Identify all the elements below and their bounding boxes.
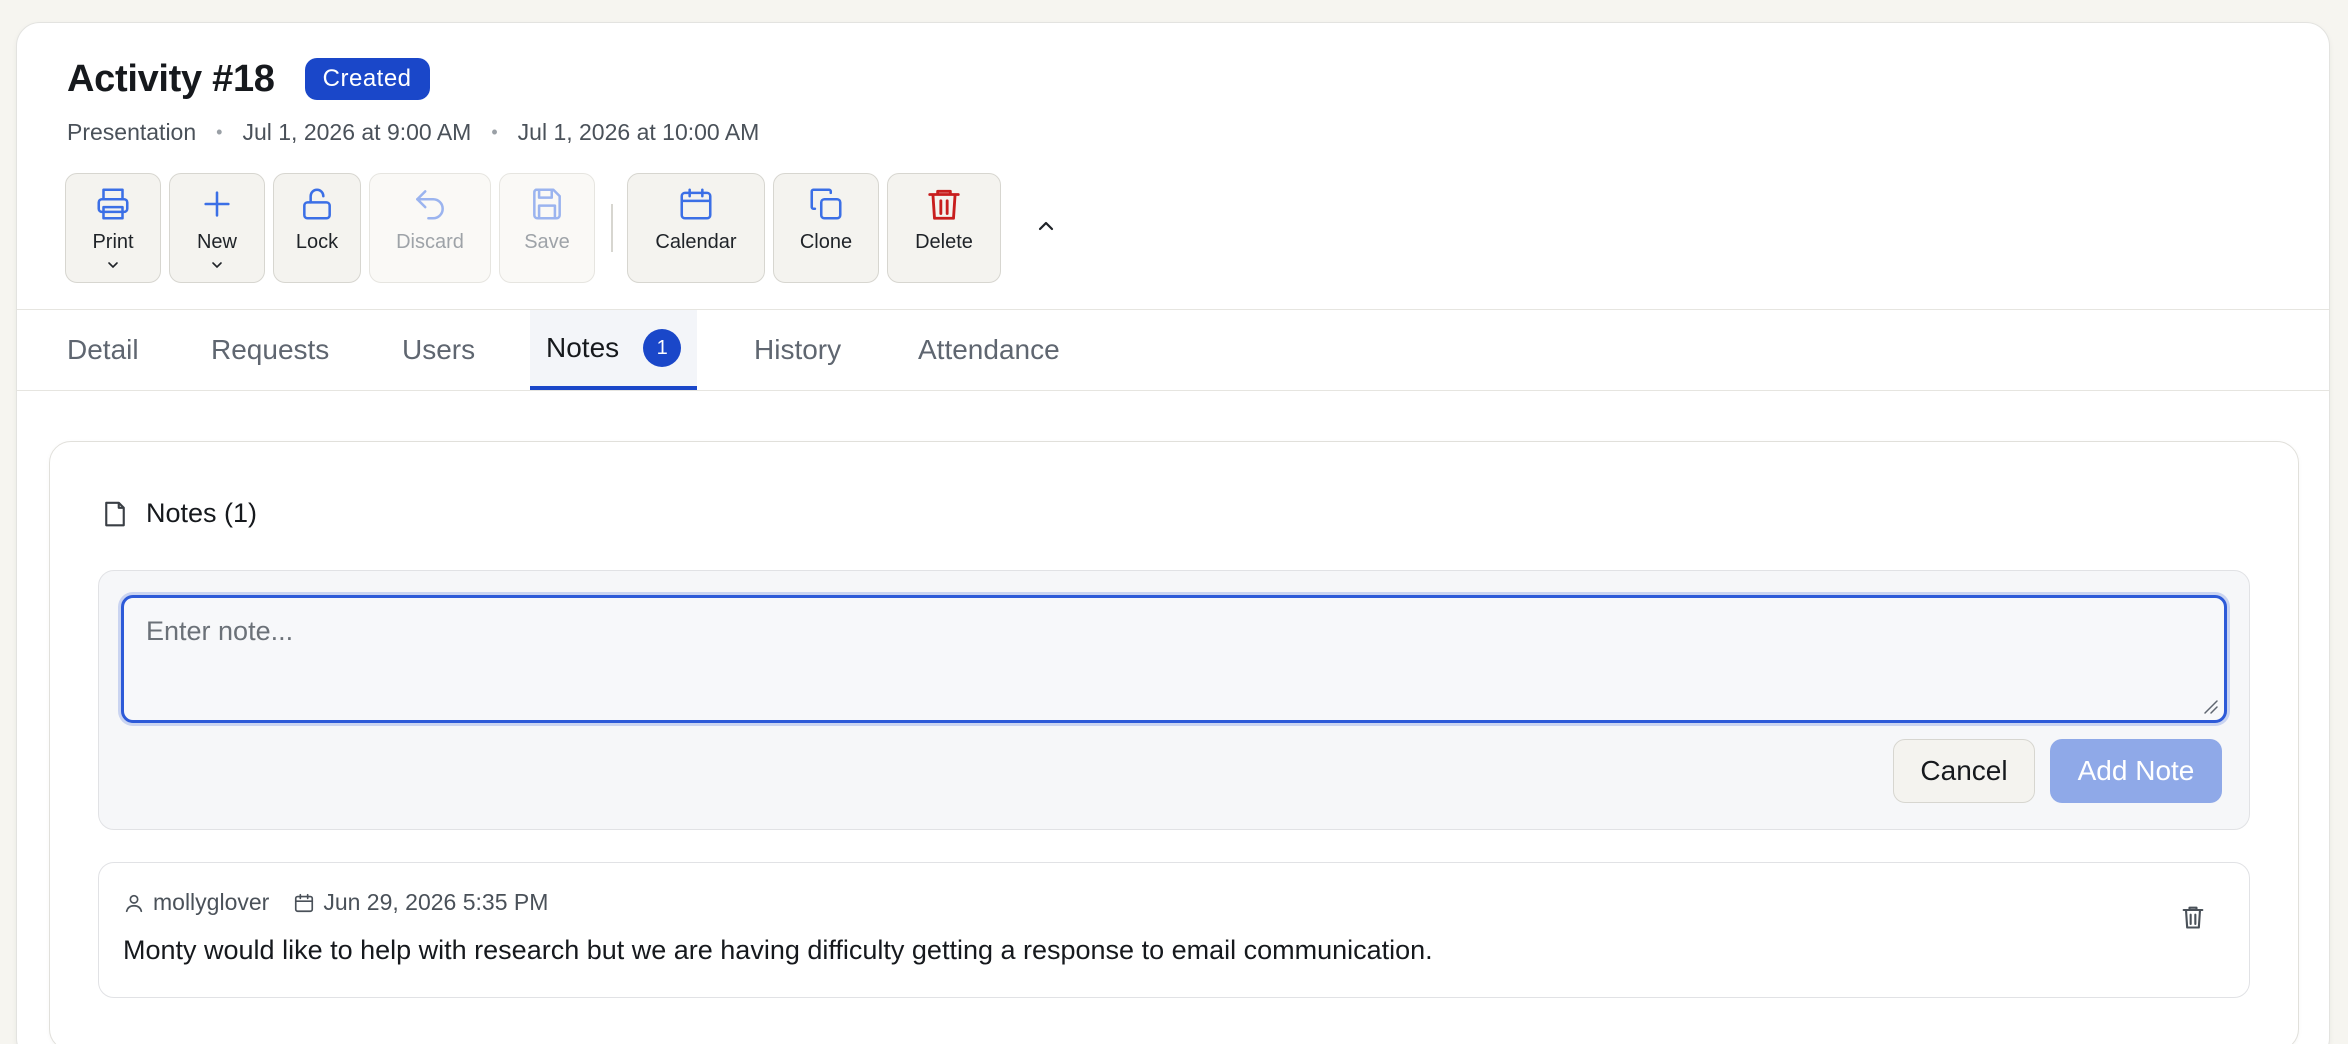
user-icon bbox=[123, 892, 145, 914]
notes-count-badge: 1 bbox=[643, 329, 682, 367]
status-badge: Created bbox=[304, 58, 430, 100]
print-button[interactable]: Print bbox=[65, 173, 161, 283]
activity-end: Jul 1, 2026 at 10:00 AM bbox=[517, 119, 760, 145]
discard-button[interactable]: Discard bbox=[369, 173, 491, 283]
note-text: Monty would like to help with research b… bbox=[123, 935, 1433, 965]
clone-button[interactable]: Clone bbox=[773, 173, 879, 283]
tab-users[interactable]: Users bbox=[402, 310, 475, 390]
action-toolbar: Print New Lock Discard Save Calendar Clo… bbox=[65, 173, 1063, 283]
print-label: Print bbox=[92, 231, 134, 253]
undo-icon bbox=[410, 184, 450, 224]
tab-bar: Detail Requests Users Notes 1 History At… bbox=[17, 309, 2329, 391]
toolbar-divider bbox=[611, 204, 613, 252]
note-item: mollyglover Jun 29, 2026 5:35 PM Monty w… bbox=[98, 862, 2250, 998]
tab-notes[interactable]: Notes 1 bbox=[530, 310, 698, 390]
floppy-icon bbox=[527, 184, 567, 224]
activity-type: Presentation bbox=[67, 119, 197, 145]
note-author: mollyglover bbox=[153, 889, 270, 915]
meta-separator: • bbox=[216, 122, 223, 142]
lock-button[interactable]: Lock bbox=[273, 173, 361, 283]
calendar-label: Calendar bbox=[655, 231, 737, 253]
collapse-toolbar-button[interactable] bbox=[1029, 211, 1063, 245]
new-label: New bbox=[196, 231, 237, 253]
tab-label: Notes bbox=[546, 332, 620, 363]
notes-title-text: Notes (1) bbox=[146, 498, 258, 528]
title-row: Activity #18 Created bbox=[67, 53, 2279, 105]
add-note-button[interactable]: Add Note bbox=[2050, 739, 2222, 803]
page-title: Activity #18 bbox=[67, 57, 275, 100]
lock-label: Lock bbox=[295, 231, 339, 253]
tab-label: Requests bbox=[211, 334, 330, 365]
delete-note-button[interactable] bbox=[2173, 899, 2213, 939]
activity-start: Jul 1, 2026 at 9:00 AM bbox=[242, 119, 472, 145]
tab-attendance[interactable]: Attendance bbox=[918, 310, 1060, 390]
plus-icon bbox=[197, 184, 237, 224]
calendar-icon bbox=[293, 892, 315, 914]
resize-grip-icon[interactable] bbox=[2201, 697, 2219, 720]
notes-panel-title: Notes (1) bbox=[100, 498, 257, 529]
save-label: Save bbox=[524, 231, 570, 253]
clone-label: Clone bbox=[799, 231, 853, 253]
chevron-up-icon bbox=[1035, 218, 1057, 239]
tab-label: Detail bbox=[67, 334, 139, 365]
activity-card: Activity #18 Created Presentation • Jul … bbox=[16, 22, 2330, 1044]
copy-icon bbox=[806, 184, 846, 224]
note-date: Jun 29, 2026 5:35 PM bbox=[323, 889, 549, 915]
tab-requests[interactable]: Requests bbox=[211, 310, 329, 390]
note-compose-box: Cancel Add Note bbox=[98, 570, 2250, 830]
meta-separator: • bbox=[491, 122, 498, 142]
unlock-icon bbox=[297, 184, 337, 224]
tab-history[interactable]: History bbox=[754, 310, 841, 390]
cancel-button[interactable]: Cancel bbox=[1893, 739, 2035, 803]
chevron-down-icon bbox=[210, 257, 224, 275]
new-button[interactable]: New bbox=[169, 173, 265, 283]
tab-detail[interactable]: Detail bbox=[67, 310, 139, 390]
file-icon bbox=[100, 499, 130, 529]
printer-icon bbox=[93, 184, 133, 224]
activity-meta: Presentation • Jul 1, 2026 at 9:00 AM • … bbox=[67, 119, 2279, 146]
note-input[interactable] bbox=[121, 595, 2227, 723]
calendar-icon bbox=[676, 184, 716, 224]
trash-icon bbox=[2179, 903, 2207, 936]
calendar-button[interactable]: Calendar bbox=[627, 173, 765, 283]
chevron-down-icon bbox=[106, 257, 120, 275]
notes-panel: Notes (1) Cancel Add Note mollyglover Ju… bbox=[49, 441, 2299, 1044]
discard-label: Discard bbox=[396, 231, 464, 253]
delete-label: Delete bbox=[915, 231, 973, 253]
save-button[interactable]: Save bbox=[499, 173, 595, 283]
delete-button[interactable]: Delete bbox=[887, 173, 1001, 283]
tab-label: Attendance bbox=[918, 334, 1060, 365]
activity-header: Activity #18 Created Presentation • Jul … bbox=[67, 53, 2279, 146]
trash-icon bbox=[924, 184, 964, 224]
tab-label: History bbox=[754, 334, 842, 365]
note-meta: mollyglover Jun 29, 2026 5:35 PM bbox=[123, 889, 548, 916]
tab-label: Users bbox=[402, 334, 476, 365]
